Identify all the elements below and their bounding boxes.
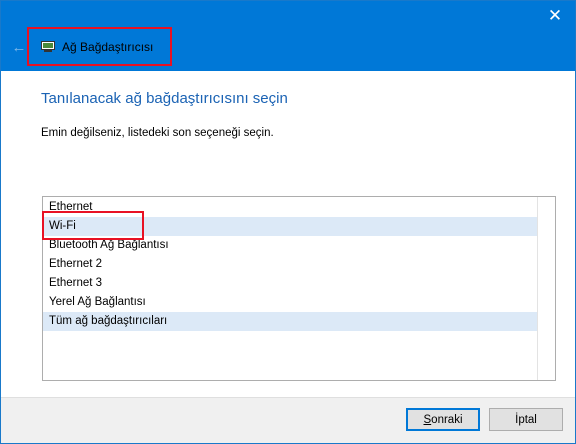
list-item[interactable]: Bluetooth Ağ Bağlantısı [43,236,537,255]
list-item[interactable]: Ethernet 2 [43,255,537,274]
instruction-text: Emin değilseniz, listedeki son seçeneği … [41,127,274,139]
close-icon[interactable]: ✕ [545,6,565,26]
list-scrollbar[interactable] [537,197,555,380]
list-item[interactable]: Yerel Ağ Bağlantısı [43,293,537,312]
page-heading: Tanılanacak ağ bağdaştırıcısını seçin [41,90,288,107]
cancel-button[interactable]: İptal [489,408,563,431]
footer-bar: Sonraki İptal [1,397,575,443]
list-item[interactable]: Tüm ağ bağdaştırıcıları [43,312,537,331]
next-button[interactable]: Sonraki [406,408,480,431]
title-bar: ← ✕ Ağ Bağdaştırıcısı [1,1,575,71]
troubleshooter-window: ← ✕ Ağ Bağdaştırıcısı Tanılanacak ağ bağ… [0,0,576,444]
adapter-list[interactable]: Ethernet Wi-Fi Bluetooth Ağ Bağlantısı E… [42,196,556,381]
title-highlight-box: Ağ Bağdaştırıcısı [27,27,172,66]
list-item[interactable]: Ethernet 3 [43,274,537,293]
network-adapter-icon [41,41,55,52]
window-title: Ağ Bağdaştırıcısı [62,40,154,54]
list-item[interactable]: Wi-Fi [43,217,537,236]
back-arrow-icon[interactable]: ← [9,39,29,57]
list-item[interactable]: Ethernet [43,198,537,217]
